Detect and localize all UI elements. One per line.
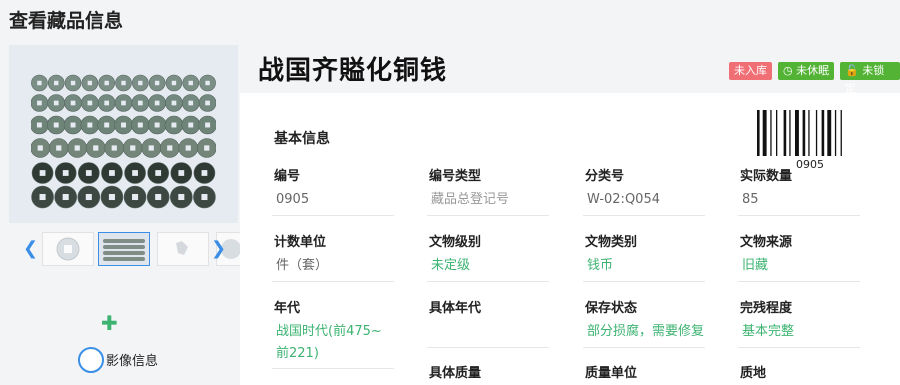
storage-status-badge: 未入库 [729,62,772,80]
field-label-specific-era: 具体年代 [429,301,482,316]
field-label-relic-type: 文物类别 [585,235,638,250]
item-title: 战国齐賹化铜钱 [258,56,448,86]
field-label-texture: 质地 [740,366,767,381]
field-label-actual-qty: 实际数量 [740,169,793,184]
field-divider [738,347,860,348]
field-value-source: 旧藏 [742,258,769,273]
field-label-mass-unit: 质量单位 [585,366,638,381]
field-divider [427,215,549,216]
field-value-grade: 未定级 [431,258,471,273]
main-image[interactable] [9,45,238,223]
next-arrow-icon[interactable]: ❯ [211,238,226,259]
badge-label: 未入库 [734,64,767,77]
field-divider [272,368,394,369]
field-divider [427,347,549,348]
field-value-condition: 部分损腐，需要修复 [587,324,705,339]
field-value-era: 战国时代(前475~前221) [276,324,382,361]
lock-icon: 🔓 [845,64,859,77]
field-label-unit: 计数单位 [274,235,327,250]
field-label-completeness: 完残程度 [740,301,793,316]
field-value-unit: 件（套） [276,258,329,273]
field-divider [583,281,705,282]
field-label-condition: 保存状态 [585,301,638,316]
section-title: 基本信息 [274,131,330,147]
media-timeline-node-icon[interactable] [78,347,104,373]
clock-icon: ◷ [783,64,793,77]
field-value-code: 0905 [276,192,310,207]
field-divider [583,215,705,216]
add-media-plus-icon[interactable]: ✚ [101,311,118,335]
field-value-category-no: W-02:Q054 [587,192,660,207]
field-value-actual-qty: 85 [742,192,759,207]
field-label-grade: 文物级别 [429,235,482,250]
field-label-category-no: 分类号 [585,169,625,184]
coins-photo [31,74,216,209]
sleep-status-badge: ◷ 未休眠 [778,62,835,80]
barcode-number: 0905 [796,158,824,171]
field-divider [738,215,860,216]
media-info-label[interactable]: 影像信息 [106,350,158,369]
badge-label: 未休眠 [796,64,830,77]
field-value-completeness: 基本完整 [742,324,795,339]
field-divider [427,281,549,282]
field-value-code-type: 藏品总登记号 [431,192,510,207]
thumbnail-2[interactable] [98,232,150,266]
page-title: 查看藏品信息 [9,10,124,32]
thumbnail-3[interactable] [157,232,209,266]
thumbnail-coins-icon [103,239,145,261]
field-value-relic-type: 钱币 [587,258,614,273]
thumbnail-1[interactable] [42,232,94,266]
field-label-specific-mass: 具体质量 [429,366,482,381]
field-divider [272,281,394,282]
lock-status-badge: 🔓 未锁定 [840,62,900,95]
field-divider [583,347,705,348]
thumbnail-fragment-icon [176,241,188,255]
field-divider [738,281,860,282]
field-label-code-type: 编号类型 [429,169,482,184]
field-label-source: 文物来源 [740,235,793,250]
thumbnail-strip: ❮ ❯ [9,232,242,266]
field-label-code: 编号 [274,169,301,184]
field-divider [272,215,394,216]
thumbnail-coin-icon [56,237,80,261]
field-label-era: 年代 [274,301,301,316]
barcode-image [757,110,842,156]
prev-arrow-icon[interactable]: ❮ [23,238,38,259]
